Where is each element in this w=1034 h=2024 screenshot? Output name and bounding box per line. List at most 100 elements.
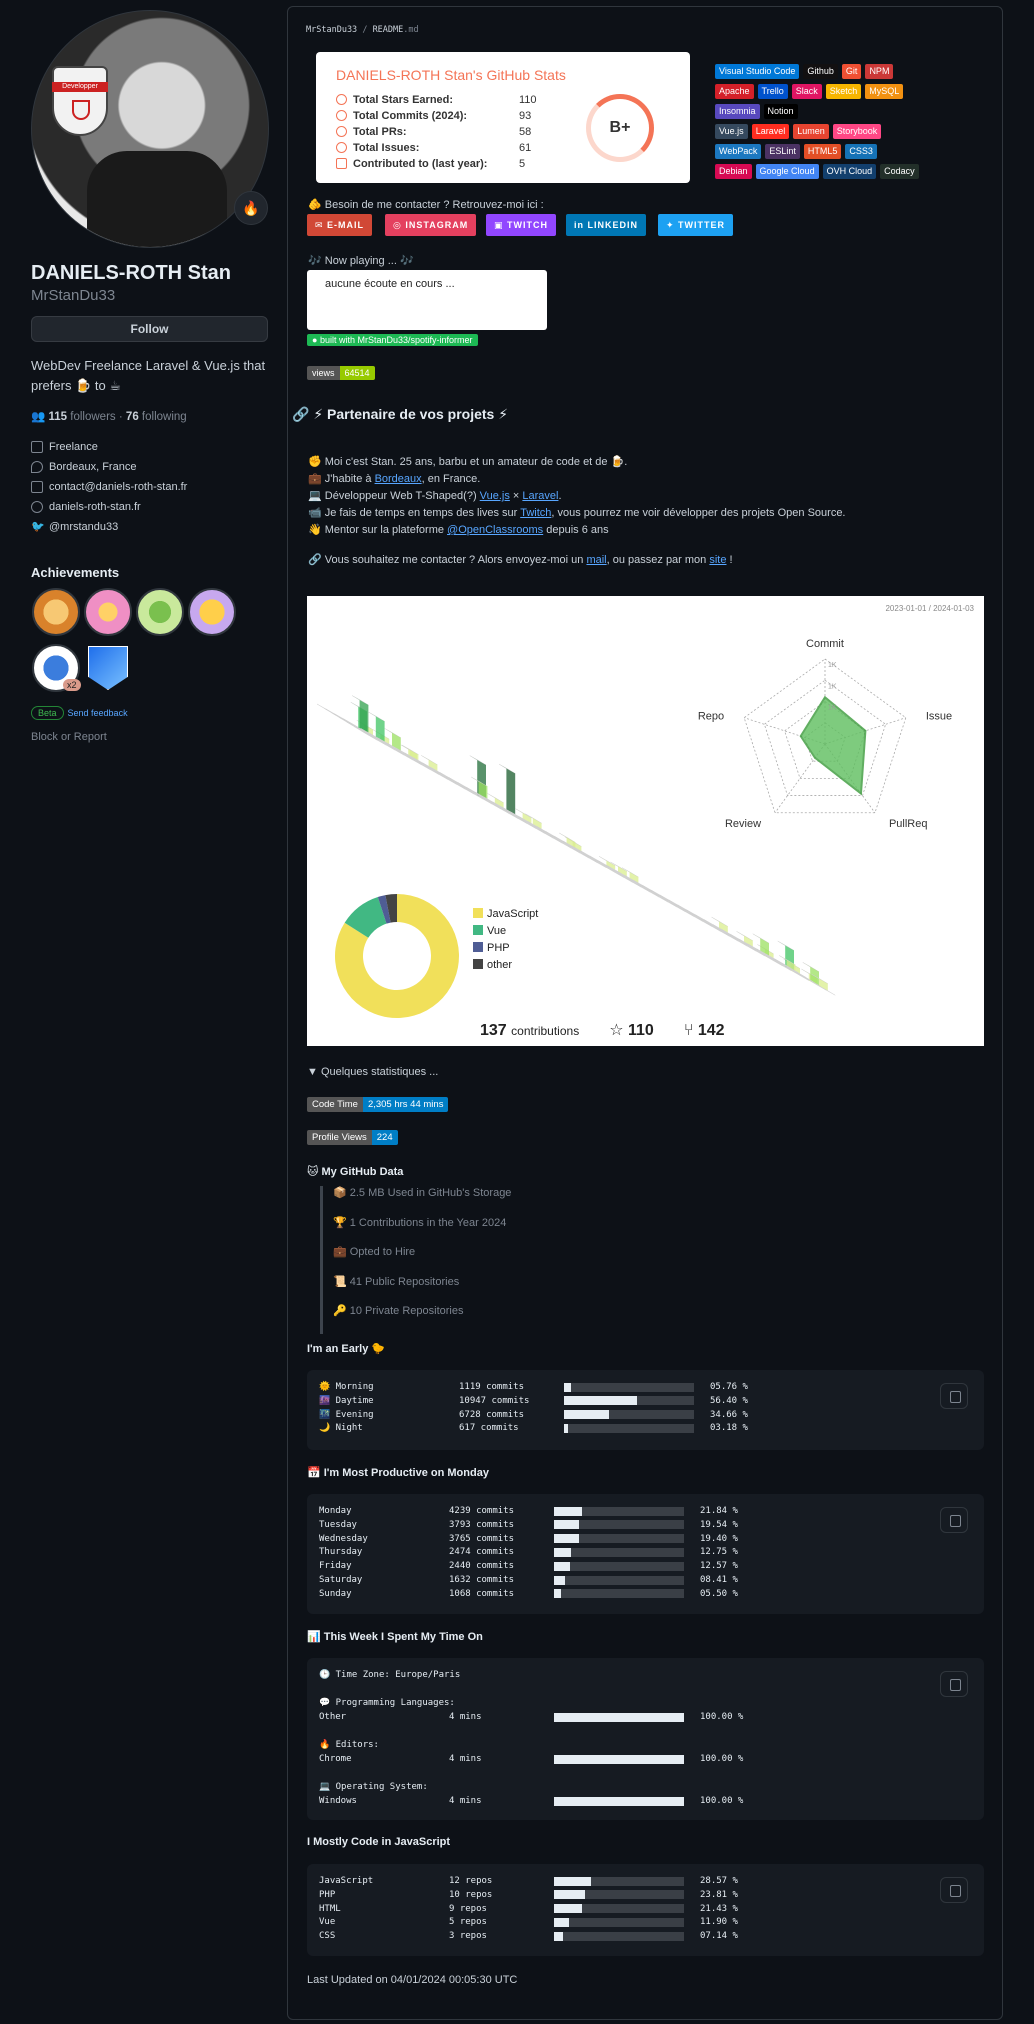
copy-icon[interactable] [940, 1671, 968, 1697]
following-label[interactable]: following [142, 411, 187, 423]
row-pct: 21.43 % [700, 1903, 738, 1914]
row-name: 🌃 Evening [319, 1409, 374, 1420]
code-row: 🌃 Evening 6728 commits 34.66 % [319, 1410, 748, 1420]
email-link[interactable]: contact@daniels-roth-stan.fr [49, 481, 187, 493]
row-pct: 100.00 % [700, 1754, 744, 1764]
vuejs-link[interactable]: Vue.js [480, 490, 510, 502]
twitter-bird-icon: ✦ [666, 220, 679, 230]
stats-label: Total PRs: [353, 126, 407, 138]
radar-tick: 1K [828, 705, 837, 712]
week-title: 📊 This Week I Spent My Time On [307, 1631, 483, 1643]
languages-label: 💬 Programming Languages: [319, 1698, 455, 1708]
row-value: 4239 commits [449, 1506, 515, 1516]
twitch-button-label: TWITCH [507, 220, 549, 230]
row-pct: 100.00 % [700, 1712, 744, 1722]
tech-tag-git: Git [841, 64, 862, 79]
code-row: Saturday 1632 commits 08.41 % [319, 1575, 738, 1585]
progress-bar [564, 1396, 694, 1406]
copy-icon[interactable] [940, 1877, 968, 1903]
row-pct: 56.40 % [710, 1395, 748, 1406]
website-link[interactable]: daniels-roth-stan.fr [49, 501, 141, 513]
spotify-widget[interactable]: aucune écoute en cours ... [307, 270, 547, 330]
code-time-label: Code Time [307, 1097, 363, 1112]
status-emoji[interactable]: 🔥 [234, 191, 268, 225]
following-count[interactable]: 76 [126, 411, 139, 423]
contributions-label: contributions [511, 1024, 580, 1038]
code-row: PHP 10 repos 23.81 % [319, 1890, 738, 1900]
row-name: HTML [319, 1903, 341, 1914]
row-value: 617 commits [459, 1423, 519, 1434]
followers-count[interactable]: 115 [49, 411, 68, 423]
send-feedback-link[interactable]: Send feedback [68, 708, 128, 718]
twitter-link[interactable]: @mrstandu33 [49, 521, 118, 533]
radar-label: Issue [926, 711, 952, 723]
breadcrumb: MrStanDu33 / README.md [306, 25, 419, 35]
progress-bar [554, 1712, 684, 1722]
contributions-total: 137 contributions [480, 1022, 579, 1040]
laravel-link[interactable]: Laravel [522, 490, 558, 502]
intro-text: 📹 Je fais de temps en temps des lives su… [308, 507, 521, 519]
email-row: contact@daniels-roth-stan.fr [31, 481, 187, 493]
twitter-row: 🐦 @mrstandu33 [31, 521, 118, 533]
contrib-totals: 137 contributions ☆ 110 ⑂ 142 [480, 1020, 725, 1040]
code-row: 🌞 Morning 1119 commits 05.76 % [319, 1382, 748, 1392]
views-badge[interactable]: views 64514 [307, 366, 375, 380]
bordeaux-link[interactable]: Bordeaux [375, 473, 422, 485]
twitter-button[interactable]: ✦ TWITTER [658, 214, 734, 236]
quick-stats-toggle[interactable]: ▼ Quelques statistiques ... [307, 1066, 438, 1078]
twitch-button[interactable]: ▣ TWITCH [486, 214, 557, 236]
mail-icon [31, 481, 43, 493]
github-data-title: 🐱 My GitHub Data [307, 1166, 404, 1178]
stats-value: 5 [519, 158, 526, 170]
copy-icon[interactable] [940, 1507, 968, 1533]
radar-label: Commit [806, 638, 844, 650]
stats-label: Total Commits (2024): [353, 110, 468, 122]
bio-line-1: WebDev Freelance Laravel & Vue.js that [31, 358, 266, 373]
twitter-icon: 🐦 [31, 521, 45, 533]
intro-text: , en France. [421, 473, 481, 485]
achievement-pull-shark-icon[interactable] [32, 588, 80, 636]
pie-legend-label: Vue [487, 925, 506, 937]
avatar[interactable]: Developper [31, 10, 269, 248]
pie-legend-label: JavaScript [487, 908, 538, 920]
bio-line-2: prefers 🍺 to ☕ [31, 378, 121, 393]
mail-link[interactable]: mail [586, 554, 606, 566]
chart-svg: Commit Issue PullReq Review Repo 1K 1K 1K JavaSc… [316, 638, 952, 1018]
radar-label: Repo [698, 711, 724, 723]
company-row: Freelance [31, 441, 98, 453]
site-link[interactable]: site [709, 554, 726, 566]
achievement-yolo-icon[interactable] [84, 588, 132, 636]
progress-bar [554, 1561, 684, 1571]
followers-label[interactable]: followers [70, 411, 115, 423]
block-report-link[interactable]: Block or Report [31, 731, 107, 743]
copy-icon[interactable] [940, 1383, 968, 1409]
last-updated: Last Updated on 04/01/2024 00:05:30 UTC [307, 1974, 518, 1986]
row-name: Thursday [319, 1547, 363, 1558]
stats-row: Total Stars Earned: 110 [336, 94, 537, 106]
spotify-icon: ● [312, 335, 320, 345]
achievement-pair-extraordinaire-icon[interactable] [136, 588, 184, 636]
code-time-badge: Code Time 2,305 hrs 44 mins [307, 1097, 449, 1112]
intro-text: , ou passez par mon [606, 554, 710, 566]
follow-button[interactable]: Follow [31, 316, 268, 342]
breadcrumb-user[interactable]: MrStanDu33 [306, 25, 357, 35]
achievement-arctic-vault-icon[interactable] [88, 646, 128, 690]
stats-value: 61 [519, 142, 532, 154]
achievement-starstruck-icon[interactable] [188, 588, 236, 636]
openclassrooms-link[interactable]: @OpenClassrooms [447, 524, 543, 536]
location: Bordeaux, France [49, 461, 137, 473]
instagram-button[interactable]: ◎ INSTAGRAM [385, 214, 477, 236]
profile-views-badge: Profile Views 224 [307, 1130, 398, 1145]
progress-bar [554, 1520, 684, 1530]
tech-tag-slack: Slack [791, 84, 822, 99]
row-name: 🌞 Morning [319, 1382, 374, 1392]
email-button[interactable]: ✉ E-MAIL [307, 214, 373, 236]
linkedin-button[interactable]: in LINKEDIN [566, 214, 646, 236]
code-row: Chrome 4 mins 100.00 % [319, 1754, 743, 1764]
profile-3d-contrib-chart: 2023-01-01 / 2024-01-03 Commit Issue PullR… [307, 596, 984, 1046]
twitch-link[interactable]: Twitch [520, 507, 551, 519]
spotify-informer-badge[interactable]: ● built with MrStanDu33/spotify-informer [307, 334, 478, 346]
developer-badge-icon: Developper [52, 66, 108, 136]
langs-title: I Mostly Code in JavaScript [307, 1836, 451, 1848]
progress-bar [564, 1423, 694, 1433]
